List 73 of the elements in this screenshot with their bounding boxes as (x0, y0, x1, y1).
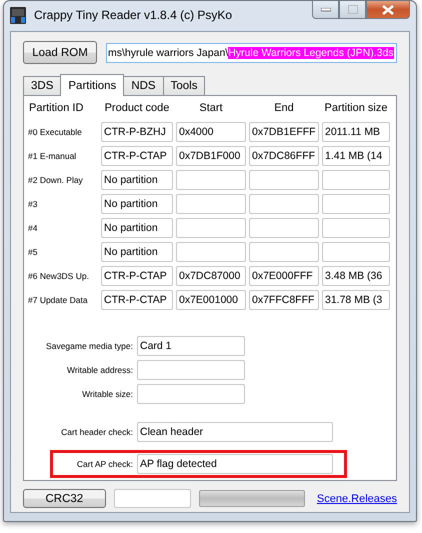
value-field[interactable]: 0x7E000FFF (249, 266, 319, 286)
partition-label: #5 (28, 247, 38, 257)
value-field[interactable]: 0x4000 (176, 122, 246, 142)
value-field[interactable] (249, 218, 319, 238)
value-field[interactable]: CTR-P-BZHJ (101, 122, 173, 142)
value-field[interactable]: 3.48 MB (36 (322, 266, 390, 286)
field-label: Savegame media type: (45, 341, 133, 351)
value-field[interactable] (322, 170, 390, 190)
partition-label: #1 E-manual (28, 151, 78, 161)
value-field[interactable]: CTR-P-CTAP (101, 146, 173, 166)
value-field[interactable]: 0x7FFC8FFF (249, 290, 319, 310)
value-field[interactable] (176, 218, 246, 238)
partition-label: #2 Down. Play (28, 175, 84, 185)
value-field[interactable] (176, 242, 246, 262)
value-field[interactable] (137, 384, 245, 404)
maximize-icon (348, 5, 358, 14)
window-title: Crappy Tiny Reader v1.8.4 (c) PsyKo (34, 8, 232, 22)
value-field[interactable] (137, 360, 245, 380)
partition-label: #7 Update Data (28, 295, 89, 305)
field-label: Writable address: (66, 365, 133, 375)
value-field[interactable]: Clean header (137, 422, 333, 442)
tab[interactable]: NDS (123, 76, 164, 95)
value-field[interactable]: 2011.11 MB (322, 122, 390, 142)
value-field[interactable]: No partition (101, 194, 173, 214)
close-button[interactable] (366, 1, 410, 19)
value-field[interactable]: 0x7DB1F000 (176, 146, 246, 166)
partition-label: #3 (28, 199, 38, 209)
close-icon (382, 4, 394, 14)
value-field[interactable]: 0x7DC86FFF (249, 146, 319, 166)
minimize-button[interactable] (312, 1, 339, 19)
column-header: Start (198, 102, 224, 116)
app-icon (10, 7, 26, 24)
value-field[interactable]: 0x7E001000 (176, 290, 246, 310)
value-field[interactable]: 1.41 MB (14 (322, 146, 390, 166)
minimize-icon (320, 8, 330, 12)
value-field[interactable]: 0x7DC87000 (176, 266, 246, 286)
field-label: Writable size: (81, 389, 133, 399)
column-header: Partition ID (28, 102, 84, 116)
partition-label: #4 (28, 223, 38, 233)
value-field[interactable]: 0x7DB1EFFF (249, 122, 319, 142)
column-header: Partition size (324, 102, 388, 116)
value-field[interactable]: CTR-P-CTAP (101, 266, 173, 286)
value-field[interactable] (249, 242, 319, 262)
value-field[interactable]: AP flag detected (137, 454, 333, 474)
value-field[interactable]: No partition (101, 218, 173, 238)
load-rom-button[interactable]: Load ROM (23, 41, 97, 64)
crc-field[interactable] (114, 489, 192, 508)
partition-label: #0 Executable (28, 127, 83, 137)
tab[interactable]: Partitions (60, 74, 124, 96)
field-label: Cart header check: (60, 427, 133, 437)
value-field[interactable]: Card 1 (137, 336, 245, 356)
scene-releases-link[interactable]: Scene.Releases (316, 492, 397, 504)
value-field[interactable] (322, 242, 390, 262)
column-header: End (273, 102, 295, 116)
partition-label: #6 New3DS Up. (28, 271, 90, 281)
column-header: Product code (104, 102, 170, 116)
maximize-button[interactable] (339, 1, 366, 19)
value-field[interactable] (322, 194, 390, 214)
value-field[interactable] (176, 194, 246, 214)
value-field[interactable] (249, 170, 319, 190)
field-label: Cart AP check: (76, 459, 133, 469)
tab[interactable]: Tools (162, 76, 206, 95)
value-field[interactable] (176, 170, 246, 190)
tab[interactable]: 3DS (23, 76, 62, 95)
crc32-button[interactable]: CRC32 (23, 489, 106, 508)
value-field[interactable] (322, 218, 390, 238)
value-field[interactable]: No partition (101, 170, 173, 190)
value-field[interactable] (249, 194, 319, 214)
value-field[interactable]: 31.78 MB (3 (322, 290, 390, 310)
blank-button[interactable] (199, 490, 305, 507)
path-field[interactable]: ms\hyrule warriors Japan\Hyrule Warriors Legends (JPN).3ds (106, 42, 397, 62)
value-field[interactable]: CTR-P-CTAP (101, 290, 173, 310)
value-field[interactable]: No partition (101, 242, 173, 262)
